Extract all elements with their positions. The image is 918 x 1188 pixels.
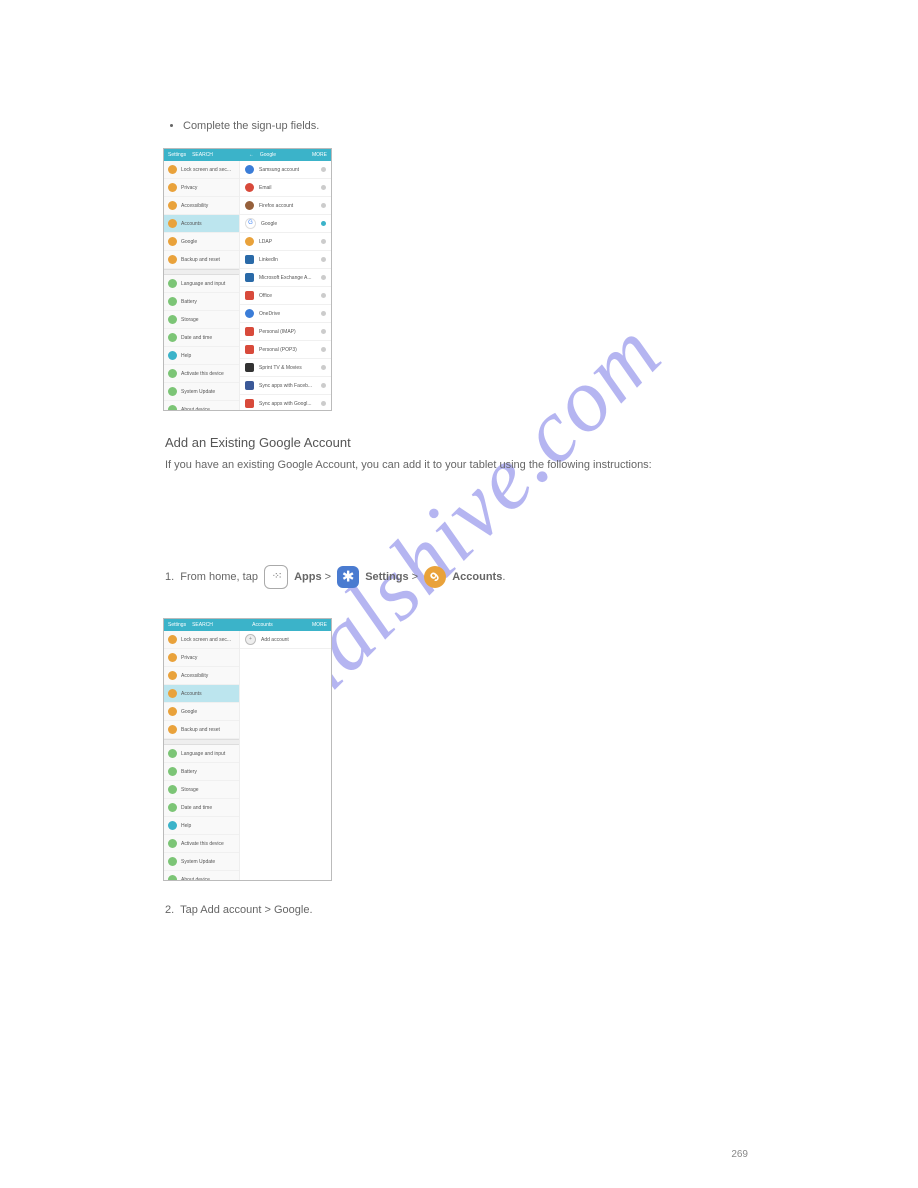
sidebar-item: Date and time xyxy=(164,329,239,347)
accounts-icon xyxy=(424,566,446,588)
sidebar-item: About device xyxy=(164,871,239,880)
account-item: Firefox account xyxy=(240,197,331,215)
sidebar-item: Accounts xyxy=(164,685,239,703)
screenshot-2: Settings SEARCH Accounts MORE Lock scree… xyxy=(163,618,332,881)
sidebar-item: System Update xyxy=(164,383,239,401)
settings-icon xyxy=(337,566,359,588)
sidebar-item: Google xyxy=(164,703,239,721)
sidebar-item: Language and input xyxy=(164,275,239,293)
account-item: Office xyxy=(240,287,331,305)
page-number: 269 xyxy=(731,1149,748,1160)
sidebar-item: Language and input xyxy=(164,745,239,763)
account-item: Personal (IMAP) xyxy=(240,323,331,341)
section1-title: Add an Existing Google Account xyxy=(165,435,351,450)
account-item: Sync apps with Faceb... xyxy=(240,377,331,395)
sidebar-item: Backup and reset xyxy=(164,721,239,739)
account-item: LDAP xyxy=(240,233,331,251)
sidebar-item: Storage xyxy=(164,781,239,799)
account-item: Email xyxy=(240,179,331,197)
sidebar-item: Lock screen and sec... xyxy=(164,631,239,649)
step1-line: 1. From home, tap Apps > Settings > Acco… xyxy=(165,565,758,589)
screenshot-1: Settings SEARCH ← Google MORE Lock scree… xyxy=(163,148,332,411)
instruction-top: Complete the sign-up fields. xyxy=(165,115,758,137)
sidebar-item: Privacy xyxy=(164,649,239,667)
sidebar-item: Accessibility xyxy=(164,667,239,685)
apps-icon xyxy=(264,565,288,589)
sidebar-item: Date and time xyxy=(164,799,239,817)
sidebar-item: Battery xyxy=(164,293,239,311)
sidebar-item: Privacy xyxy=(164,179,239,197)
account-item: Personal (POP3) xyxy=(240,341,331,359)
sidebar-item: Lock screen and sec... xyxy=(164,161,239,179)
sidebar-item: Help xyxy=(164,817,239,835)
sidebar-item: Accessibility xyxy=(164,197,239,215)
account-item: Sprint TV & Movies xyxy=(240,359,331,377)
account-item: Sync apps with Googl... xyxy=(240,395,331,411)
sidebar-item: Activate this device xyxy=(164,365,239,383)
sidebar-item: Storage xyxy=(164,311,239,329)
section2-step2: 2. Tap Add account > Google. xyxy=(165,903,758,918)
account-item: Samsung account xyxy=(240,161,331,179)
sidebar-item: Accounts xyxy=(164,215,239,233)
sidebar-item: Battery xyxy=(164,763,239,781)
sidebar-item: Activate this device xyxy=(164,835,239,853)
sidebar-item: System Update xyxy=(164,853,239,871)
account-item: Microsoft Exchange A... xyxy=(240,269,331,287)
account-item: GGoogle xyxy=(240,215,331,233)
account-item: OneDrive xyxy=(240,305,331,323)
sidebar-item: Backup and reset xyxy=(164,251,239,269)
sidebar-item: About device xyxy=(164,401,239,410)
sidebar-item: Google xyxy=(164,233,239,251)
sidebar-item: Help xyxy=(164,347,239,365)
section1-intro: If you have an existing Google Account, … xyxy=(165,458,758,473)
account-item: LinkedIn xyxy=(240,251,331,269)
